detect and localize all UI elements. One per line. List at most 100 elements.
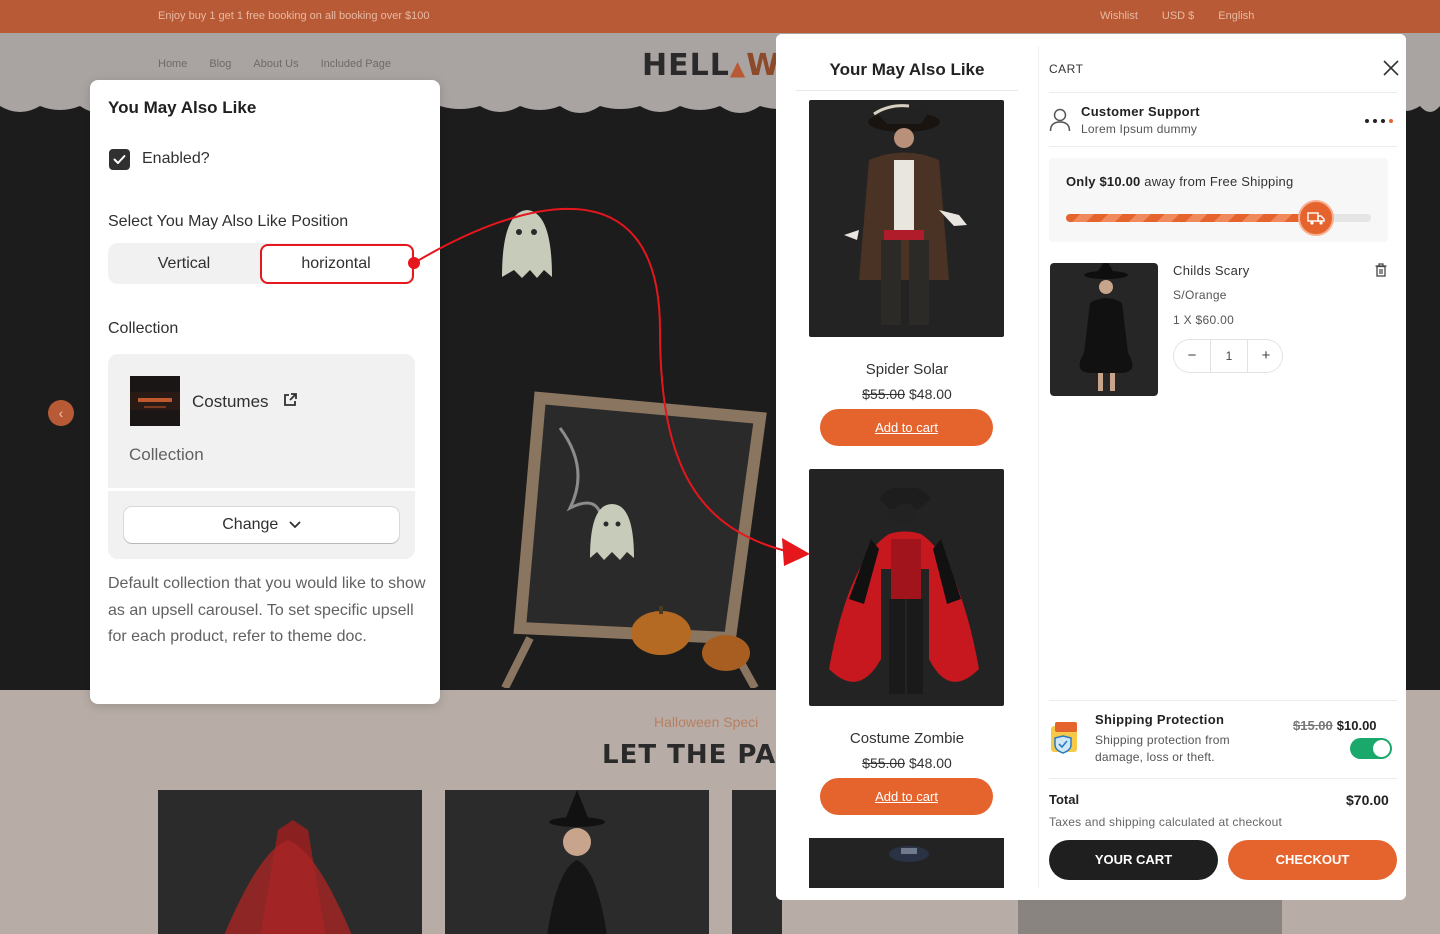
checkmark-icon bbox=[113, 155, 126, 164]
free-shipping-progress: Only $10.00 away from Free Shipping bbox=[1049, 158, 1388, 242]
collection-thumbnail bbox=[130, 376, 180, 426]
close-icon[interactable] bbox=[1383, 60, 1399, 76]
settings-title: You May Also Like bbox=[108, 98, 257, 117]
logo-text: HELL bbox=[642, 48, 730, 83]
collection-card: Costumes Collection Change bbox=[108, 354, 415, 559]
divider bbox=[1049, 146, 1397, 147]
position-option-vertical[interactable]: Vertical bbox=[108, 243, 260, 284]
add-to-cart-button[interactable]: Add to cart bbox=[820, 778, 993, 815]
highlight-box bbox=[260, 244, 414, 284]
protection-sale-price: $10.00 bbox=[1336, 718, 1377, 733]
collection-divider bbox=[108, 488, 415, 491]
divider bbox=[1049, 700, 1397, 701]
compare-price: $55.00 bbox=[862, 755, 905, 771]
external-link-icon[interactable] bbox=[282, 392, 298, 408]
upsell-panel: Your May Also Like Spider Solar $55.00 $4… bbox=[776, 34, 1038, 900]
wishlist-link[interactable]: Wishlist bbox=[1100, 10, 1138, 22]
product-image bbox=[547, 790, 607, 934]
checkout-button[interactable]: CHECKOUT bbox=[1228, 840, 1397, 880]
cart-item-name[interactable]: Childs Scary bbox=[1173, 263, 1250, 278]
product-image bbox=[224, 820, 352, 934]
section-eyebrow: Halloween Speci bbox=[654, 714, 759, 730]
announcement-bar: Enjoy buy 1 get 1 free booking on all bo… bbox=[0, 0, 1440, 33]
quantity-stepper: − 1 + bbox=[1173, 339, 1283, 373]
announcement-right: Wishlist USD $ English bbox=[1100, 10, 1254, 22]
more-options-icon[interactable] bbox=[1364, 118, 1394, 124]
upsell-product-image[interactable] bbox=[809, 838, 1004, 888]
sale-price: $48.00 bbox=[909, 755, 952, 771]
collection-label: Collection bbox=[108, 320, 179, 337]
pumpkins-decoration bbox=[631, 606, 750, 671]
toggle-knob bbox=[1373, 740, 1390, 757]
compare-price: $55.00 bbox=[862, 386, 905, 402]
upsell-product-name[interactable]: Costume Zombie bbox=[796, 730, 1018, 747]
protection-title: Shipping Protection bbox=[1095, 712, 1225, 727]
truck-icon bbox=[1298, 200, 1335, 236]
tax-note: Taxes and shipping calculated at checkou… bbox=[1049, 815, 1283, 829]
divider bbox=[1049, 92, 1397, 93]
upsell-product-price: $55.00 $48.00 bbox=[796, 386, 1018, 402]
currency-selector[interactable]: USD $ bbox=[1162, 10, 1194, 22]
upsell-divider bbox=[796, 90, 1018, 91]
cart-title: CART bbox=[1049, 62, 1084, 76]
cart-panel: CART Customer Support Lorem Ipsum dummy … bbox=[1039, 34, 1406, 900]
collection-name[interactable]: Costumes bbox=[192, 392, 269, 412]
sale-price: $48.00 bbox=[909, 386, 952, 402]
free-shipping-text: Only $10.00 away from Free Shipping bbox=[1066, 174, 1293, 189]
collection-help-text: Default collection that you would like t… bbox=[108, 575, 426, 645]
position-label: Select You May Also Like Position bbox=[108, 213, 349, 230]
upsell-product-image[interactable] bbox=[809, 100, 1004, 337]
shipping-rest: away from Free Shipping bbox=[1140, 174, 1294, 189]
upsell-product-name[interactable]: Spider Solar bbox=[796, 361, 1018, 378]
shipping-progress-fill bbox=[1066, 214, 1317, 222]
total-value: $70.00 bbox=[1346, 792, 1389, 808]
ghost-decoration-2 bbox=[590, 504, 634, 560]
upsell-title: Your May Also Like bbox=[829, 60, 985, 79]
settings-panel: You May Also Like Enabled? Select You Ma… bbox=[90, 80, 440, 704]
language-selector[interactable]: English bbox=[1218, 10, 1254, 22]
total-label: Total bbox=[1049, 792, 1080, 807]
divider bbox=[1049, 778, 1397, 779]
store-logo[interactable]: HELL▲WI bbox=[642, 48, 793, 83]
change-collection-button[interactable]: Change bbox=[124, 507, 399, 543]
trash-icon[interactable] bbox=[1375, 263, 1387, 277]
collection-type: Collection bbox=[129, 445, 204, 464]
quantity-value[interactable]: 1 bbox=[1210, 340, 1248, 372]
ghost-decoration bbox=[502, 210, 552, 278]
nav-included-page[interactable]: Included Page bbox=[321, 58, 391, 70]
nav-blog[interactable]: Blog bbox=[209, 58, 231, 70]
product-card[interactable] bbox=[732, 790, 782, 934]
add-to-cart-button[interactable]: Add to cart bbox=[820, 409, 993, 446]
shipping-amount: Only $10.00 bbox=[1066, 174, 1141, 189]
witch-hat-icon: ▲ bbox=[729, 56, 747, 80]
enabled-checkbox[interactable] bbox=[109, 149, 130, 170]
support-subtitle: Lorem Ipsum dummy bbox=[1081, 122, 1198, 136]
shipping-progress-track bbox=[1066, 200, 1371, 236]
enabled-label: Enabled? bbox=[142, 150, 210, 167]
change-button-label: Change bbox=[222, 516, 279, 533]
chevron-down-icon bbox=[289, 521, 301, 529]
your-cart-button[interactable]: YOUR CART bbox=[1049, 840, 1218, 880]
upsell-product-image[interactable] bbox=[809, 469, 1004, 706]
cart-item-variant: S/Orange bbox=[1173, 288, 1227, 302]
quantity-minus-button[interactable]: − bbox=[1174, 340, 1210, 372]
protection-description: Shipping protection from damage, loss or… bbox=[1095, 733, 1230, 764]
store-nav: Home Blog About Us Included Page bbox=[158, 58, 391, 70]
hero-prev-arrow-icon[interactable]: ‹ bbox=[48, 400, 74, 426]
quantity-plus-button[interactable]: + bbox=[1248, 340, 1284, 372]
nav-about[interactable]: About Us bbox=[253, 58, 298, 70]
nav-home[interactable]: Home bbox=[158, 58, 187, 70]
product-card[interactable] bbox=[445, 790, 709, 934]
cart-item-line-price: 1 X $60.00 bbox=[1173, 313, 1235, 327]
announcement-text: Enjoy buy 1 get 1 free booking on all bo… bbox=[158, 10, 430, 22]
shield-icon bbox=[1051, 722, 1077, 754]
support-title[interactable]: Customer Support bbox=[1081, 104, 1200, 119]
product-card[interactable] bbox=[158, 790, 422, 934]
user-icon bbox=[1049, 108, 1071, 132]
upsell-product-price: $55.00 $48.00 bbox=[796, 755, 1018, 771]
protection-toggle[interactable] bbox=[1350, 738, 1392, 759]
protection-price: $15.00 $10.00 bbox=[1293, 718, 1377, 733]
cart-drawer: Your May Also Like Spider Solar $55.00 $4… bbox=[776, 34, 1406, 900]
cart-item-image[interactable] bbox=[1050, 263, 1158, 396]
protection-compare-price: $15.00 bbox=[1293, 718, 1333, 733]
